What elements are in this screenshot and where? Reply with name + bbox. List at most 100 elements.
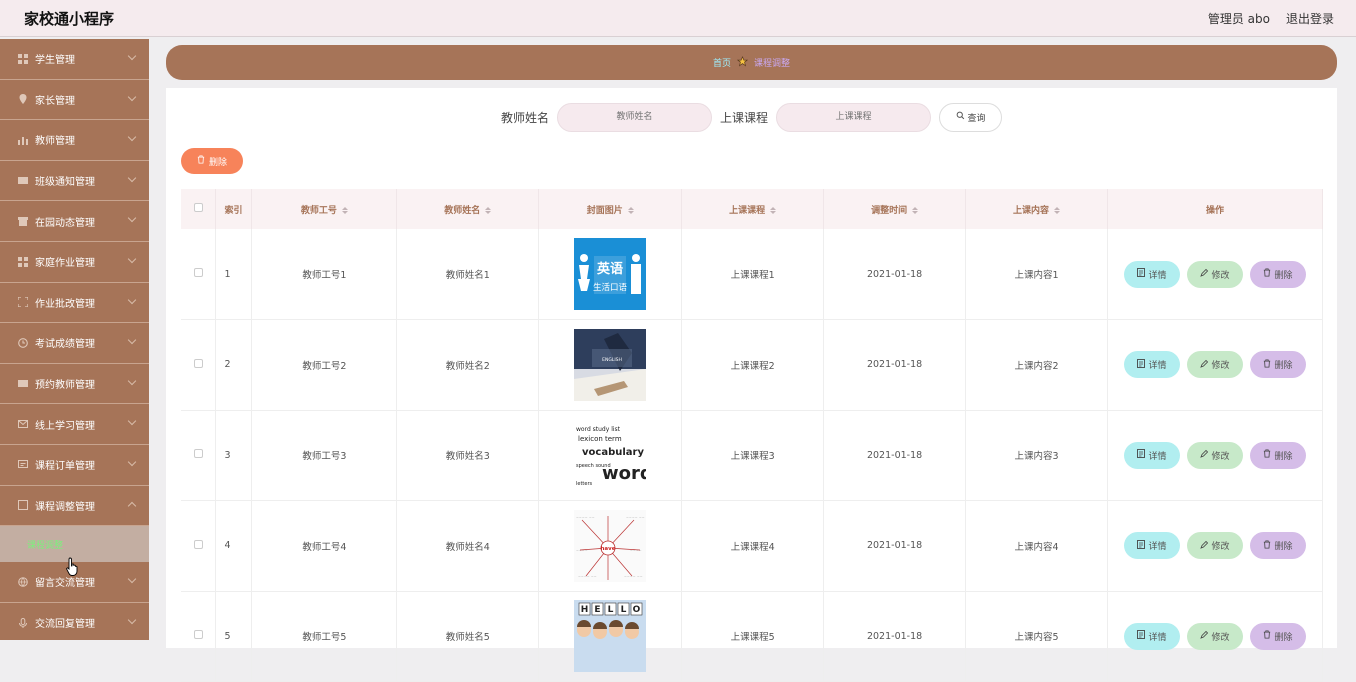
- sidebar-item[interactable]: 在园动态管理: [0, 201, 149, 242]
- row-checkbox[interactable]: [193, 358, 203, 368]
- row-teacher-name: 教师姓名4: [396, 500, 540, 592]
- sidebar-item[interactable]: 考试成绩管理: [0, 323, 149, 364]
- delete-button[interactable]: 删除: [1249, 622, 1306, 650]
- logout-link[interactable]: 退出登录: [1286, 10, 1334, 27]
- sidebar-item[interactable]: 线上学习管理: [0, 404, 149, 445]
- breadcrumb-home[interactable]: 首页: [713, 56, 731, 69]
- trash-icon: [197, 155, 205, 167]
- edit-button[interactable]: 修改: [1186, 441, 1243, 469]
- col-actions: 操作: [1107, 189, 1324, 229]
- table-row: 2 教师工号2 教师姓名2 ENGLISH 上课课程2 2021-01-18 上课内容2 详情…: [181, 319, 1324, 411]
- row-checkbox[interactable]: [193, 268, 203, 277]
- delete-button[interactable]: 删除: [1249, 260, 1306, 288]
- detail-button[interactable]: 详情: [1123, 351, 1180, 379]
- row-time: 2021-01-18: [823, 229, 967, 320]
- col-course[interactable]: 上课课程: [681, 189, 825, 229]
- edit-button[interactable]: 修改: [1186, 532, 1243, 560]
- edit-button[interactable]: 修改: [1186, 260, 1243, 288]
- row-actions: 详情 修改 删除: [1107, 591, 1324, 682]
- col-content[interactable]: 上课内容: [965, 189, 1108, 229]
- sidebar-item[interactable]: 学生管理: [0, 39, 149, 80]
- row-index: 5: [215, 591, 253, 682]
- sidebar-item-label: 学生管理: [35, 55, 75, 67]
- row-index: 3: [215, 410, 253, 501]
- row-select-cell: [181, 410, 217, 501]
- row-content: 上课内容1: [965, 229, 1108, 320]
- sidebar-item[interactable]: 预约教师管理: [0, 364, 149, 405]
- row-course: 上课课程2: [681, 319, 825, 411]
- sort-icon[interactable]: [1054, 206, 1060, 214]
- sidebar-item[interactable]: 课程订单管理: [0, 445, 149, 486]
- row-course: 上课课程5: [681, 591, 825, 682]
- sidebar-item[interactable]: 班级通知管理: [0, 161, 149, 202]
- row-checkbox[interactable]: [193, 630, 203, 640]
- col-teacher-name-label: 教师姓名: [444, 205, 481, 216]
- col-time[interactable]: 调整时间: [823, 189, 967, 229]
- sort-icon[interactable]: [341, 206, 348, 214]
- chevron-down-icon: [127, 214, 137, 223]
- trash-icon: [1263, 268, 1271, 280]
- select-all-checkbox[interactable]: [193, 203, 203, 212]
- star-icon: [736, 55, 749, 70]
- delete-button[interactable]: 删除: [1249, 532, 1306, 560]
- sidebar-item[interactable]: 家长管理: [0, 80, 149, 121]
- sort-icon[interactable]: [485, 206, 492, 214]
- sidebar-item-label: 线上学习管理: [35, 420, 95, 432]
- batch-delete-label: 删除: [208, 157, 227, 168]
- pencil-icon: [1200, 630, 1209, 642]
- row-checkbox[interactable]: [193, 539, 203, 549]
- row-teacher-name: 教师姓名3: [396, 410, 540, 501]
- col-teacher-id[interactable]: 教师工号: [251, 189, 398, 229]
- detail-button[interactable]: 详情: [1123, 622, 1180, 650]
- sidebar-item[interactable]: 课程调整管理: [0, 486, 149, 527]
- sidebar-item-label: 家庭作业管理: [35, 258, 95, 270]
- row-checkbox[interactable]: [193, 449, 203, 459]
- edit-button[interactable]: 修改: [1186, 351, 1243, 379]
- row-content: 上课内容2: [965, 319, 1108, 411]
- course-input[interactable]: [776, 102, 932, 132]
- row-teacher-id: 教师工号4: [251, 500, 398, 592]
- detail-button[interactable]: 详情: [1123, 532, 1180, 560]
- chat-icon: [17, 378, 28, 389]
- mail-icon: [17, 419, 28, 430]
- edit-button[interactable]: 修改: [1186, 622, 1243, 650]
- col-content-label: 上课内容: [1012, 205, 1049, 216]
- svg-text:O: O: [633, 605, 641, 615]
- bar-chart-icon: [17, 134, 28, 145]
- row-teacher-name: 教师姓名2: [396, 319, 540, 411]
- message-icon: [17, 459, 28, 470]
- pencil-icon: [1200, 449, 1209, 461]
- row-cover: word study list lexicon term vocabulary wor…: [538, 410, 683, 501]
- sidebar-item[interactable]: 交流回复管理: [0, 603, 149, 640]
- col-cover[interactable]: 封面图片: [538, 189, 683, 229]
- pencil-icon: [1200, 540, 1209, 552]
- sort-icon[interactable]: [627, 206, 634, 214]
- detail-button[interactable]: 详情: [1123, 441, 1180, 469]
- sort-icon[interactable]: [912, 206, 919, 214]
- delete-label: 删除: [1274, 542, 1293, 553]
- sidebar-item[interactable]: 作业批改管理: [0, 283, 149, 324]
- query-button[interactable]: 查询: [939, 102, 1003, 132]
- row-teacher-id: 教师工号3: [251, 410, 398, 501]
- detail-button[interactable]: 详情: [1123, 260, 1180, 288]
- chevron-down-icon: [127, 295, 137, 304]
- table-row: 1 教师工号1 教师姓名1 英语 生活口语 上课课程1 2021-01-18 上课内容1 详情修…: [181, 229, 1324, 320]
- delete-button[interactable]: 删除: [1249, 351, 1306, 379]
- col-teacher-name[interactable]: 教师姓名: [396, 189, 540, 229]
- sidebar-item[interactable]: 教师管理: [0, 120, 149, 161]
- select-all-cell: [181, 189, 217, 229]
- svg-text:lexicon term: lexicon term: [578, 435, 622, 443]
- chevron-up-icon: [127, 501, 137, 510]
- row-actions: 详情 修改 删除: [1107, 229, 1324, 320]
- row-course: 上课课程4: [681, 500, 825, 592]
- batch-delete-button[interactable]: 删除: [181, 148, 243, 174]
- sidebar-item[interactable]: 家庭作业管理: [0, 242, 149, 283]
- delete-button[interactable]: 删除: [1249, 441, 1306, 469]
- sidebar-item-label: 家长管理: [35, 95, 75, 107]
- svg-text:ENGLISH: ENGLISH: [602, 357, 622, 363]
- row-time: 2021-01-18: [823, 319, 967, 411]
- trash-icon: [1263, 449, 1271, 461]
- trash-icon: [1263, 630, 1271, 642]
- sort-icon[interactable]: [770, 206, 777, 214]
- teacher-name-input[interactable]: [557, 102, 712, 132]
